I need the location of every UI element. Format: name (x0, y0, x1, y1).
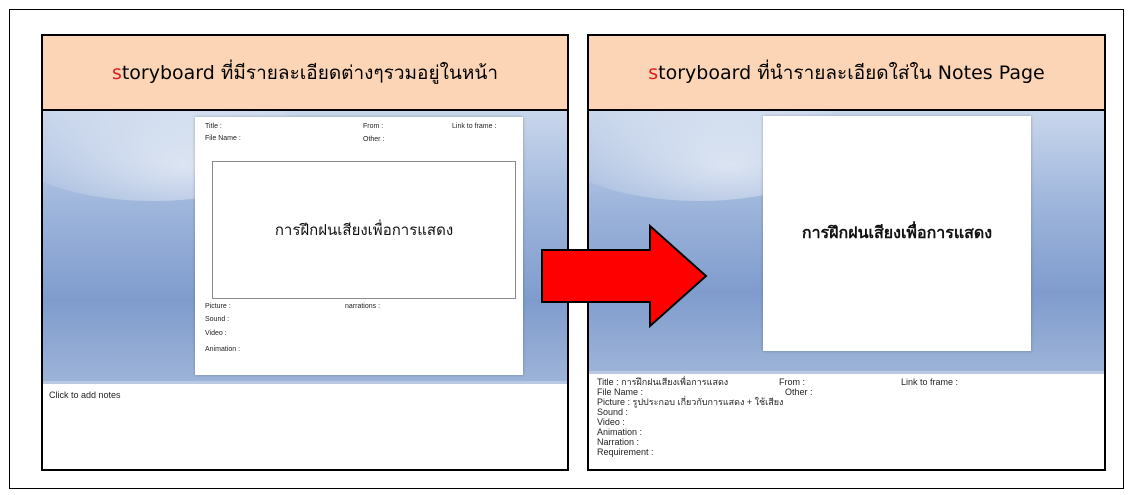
slide-text: การฝึกฝนเสียงเพื่อการแสดง (801, 223, 993, 242)
field-narrations: narrations : (345, 303, 381, 310)
frame-text: การฝึกฝนเสียงเพื่อการแสดง (274, 221, 454, 239)
field-title: Title : (205, 123, 222, 130)
note-title: Title : การฝึกฝนเสียงเพื่อการแสดง (597, 377, 729, 387)
field-file-name: File Name : (205, 135, 241, 142)
right-header-title: toryboard ที่นำรายละเอียดใส่ใน Notes Pag… (658, 61, 1045, 84)
note-file-name: File Name : (597, 387, 644, 397)
notes-page-slide[interactable]: การฝึกฝนเสียงเพื่อการแสดง (763, 116, 1031, 351)
frame-box: การฝึกฝนเสียงเพื่อการแสดง (212, 161, 516, 299)
field-from: From : (363, 123, 384, 130)
notes-placeholder: Click to add notes (49, 390, 121, 400)
note-narration: Narration : (597, 437, 640, 447)
field-other: Other : (363, 136, 385, 143)
notes-pane-left[interactable]: Click to add notes (43, 381, 567, 469)
note-video: Video : (597, 417, 625, 427)
right-header-prefix: s (648, 61, 659, 84)
notes-pane-right[interactable]: Title : การฝึกฝนเสียงเพื่อการแสดง From :… (589, 371, 1104, 469)
note-picture: Picture : รูปประกอบ เกี่ยวกับการแสดง + ใ… (597, 397, 784, 407)
left-panel-header: s toryboard ที่มีรายละเอียดต่างๆรวมอยู่ใน… (43, 36, 567, 111)
right-panel-header: s toryboard ที่นำรายละเอียดใส่ใน Notes Pa… (589, 36, 1104, 111)
note-other: Other : (785, 387, 813, 397)
note-from: From : (779, 377, 805, 387)
storyboard-slide[interactable]: Title : File Name : From : Other : Link … (195, 117, 523, 375)
field-link-to-frame: Link to frame : (452, 123, 497, 130)
left-slide-area: Title : File Name : From : Other : Link … (43, 111, 567, 381)
left-header-title: toryboard ที่มีรายละเอียดต่างๆรวมอยู่ในห… (121, 61, 499, 84)
note-link-to-frame: Link to frame : (901, 377, 959, 387)
left-header-prefix: s (111, 61, 122, 84)
storyboard-panel-left: s toryboard ที่มีรายละเอียดต่างๆรวมอยู่ใน… (41, 34, 569, 471)
field-animation: Animation : (205, 346, 241, 353)
note-requirement: Requirement : (597, 447, 654, 457)
note-sound: Sound : (597, 407, 629, 417)
note-animation: Animation : (597, 427, 643, 437)
field-picture: Picture : (205, 303, 231, 310)
field-video: Video : (205, 330, 227, 337)
right-arrow-icon (541, 224, 708, 328)
field-sound: Sound : (205, 316, 230, 323)
